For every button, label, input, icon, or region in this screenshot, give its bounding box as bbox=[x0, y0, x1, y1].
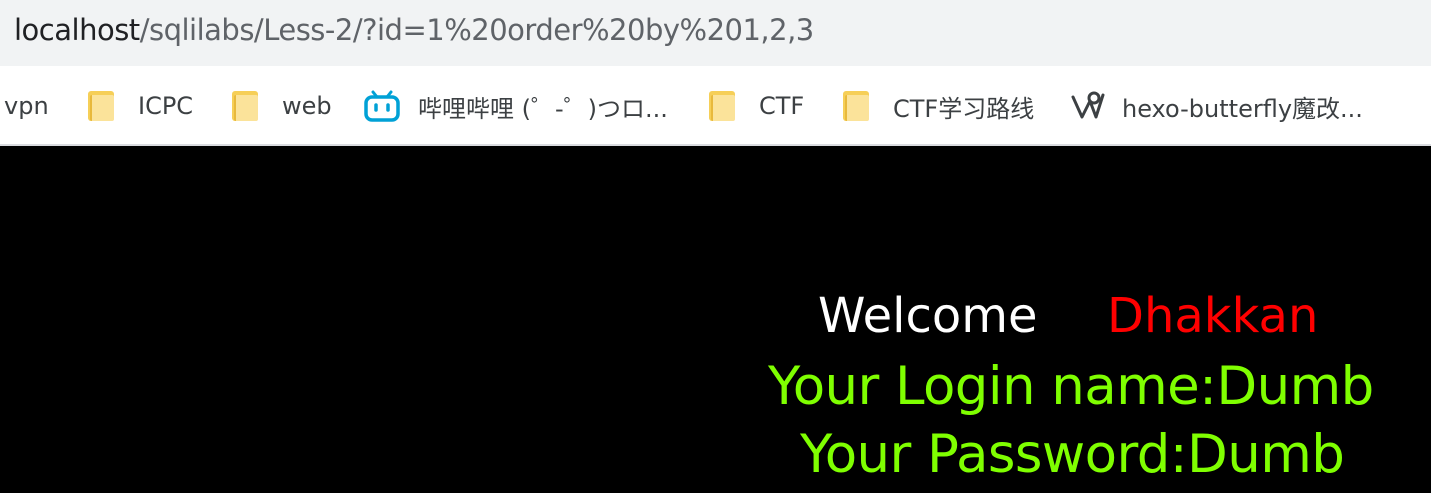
folder-icon bbox=[709, 91, 735, 121]
bookmark-ctf-route[interactable]: CTF学习路线 bbox=[843, 66, 1034, 146]
welcome-name: Dhakkan bbox=[1107, 288, 1319, 344]
bookmark-label: ICPC bbox=[138, 92, 194, 120]
bookmark-icpc[interactable]: ICPC bbox=[88, 66, 193, 146]
bookmark-label: vpn bbox=[4, 92, 49, 120]
bookmark-hexo[interactable]: hexo-butterfly魔改... bbox=[1070, 66, 1363, 146]
folder-icon bbox=[843, 91, 869, 121]
bookmark-web[interactable]: web bbox=[232, 66, 332, 146]
url-host: localhost bbox=[14, 13, 140, 47]
folder-icon bbox=[232, 91, 258, 121]
bookmark-label: web bbox=[282, 92, 332, 120]
bookmark-bilibili[interactable]: 哔哩哔哩 (゜-゜)つロ... bbox=[364, 66, 668, 146]
page-content: Welcome Dhakkan Your Login name:Dumb You… bbox=[0, 148, 1431, 493]
url-path: /sqlilabs/Less-2/?id=1%20order%20by%201,… bbox=[139, 13, 815, 47]
bookmark-vpn[interactable]: vpn bbox=[4, 66, 49, 146]
bookmark-label: CTF学习路线 bbox=[893, 94, 1035, 123]
welcome-text: Welcome bbox=[818, 288, 1038, 344]
bookmark-label: hexo-butterfly魔改... bbox=[1122, 94, 1363, 123]
bilibili-icon bbox=[364, 90, 400, 122]
login-name-result: Your Login name:Dumb bbox=[768, 356, 1374, 417]
url-text[interactable]: localhost/sqlilabs/Less-2/?id=1%20order%… bbox=[14, 13, 814, 47]
bookmark-ctf[interactable]: CTF bbox=[709, 66, 804, 146]
bookmark-label: CTF bbox=[759, 92, 805, 120]
bookmarks-bar: vpn ICPC web 哔哩哔哩 (゜-゜)つロ... CTF CTF学习路线… bbox=[0, 66, 1431, 146]
hexo-icon bbox=[1071, 91, 1105, 119]
bookmark-label: 哔哩哔哩 (゜-゜)つロ... bbox=[418, 94, 668, 123]
folder-icon bbox=[88, 91, 114, 121]
address-bar[interactable]: localhost/sqlilabs/Less-2/?id=1%20order%… bbox=[0, 0, 1431, 66]
password-result: Your Password:Dumb bbox=[800, 424, 1345, 485]
